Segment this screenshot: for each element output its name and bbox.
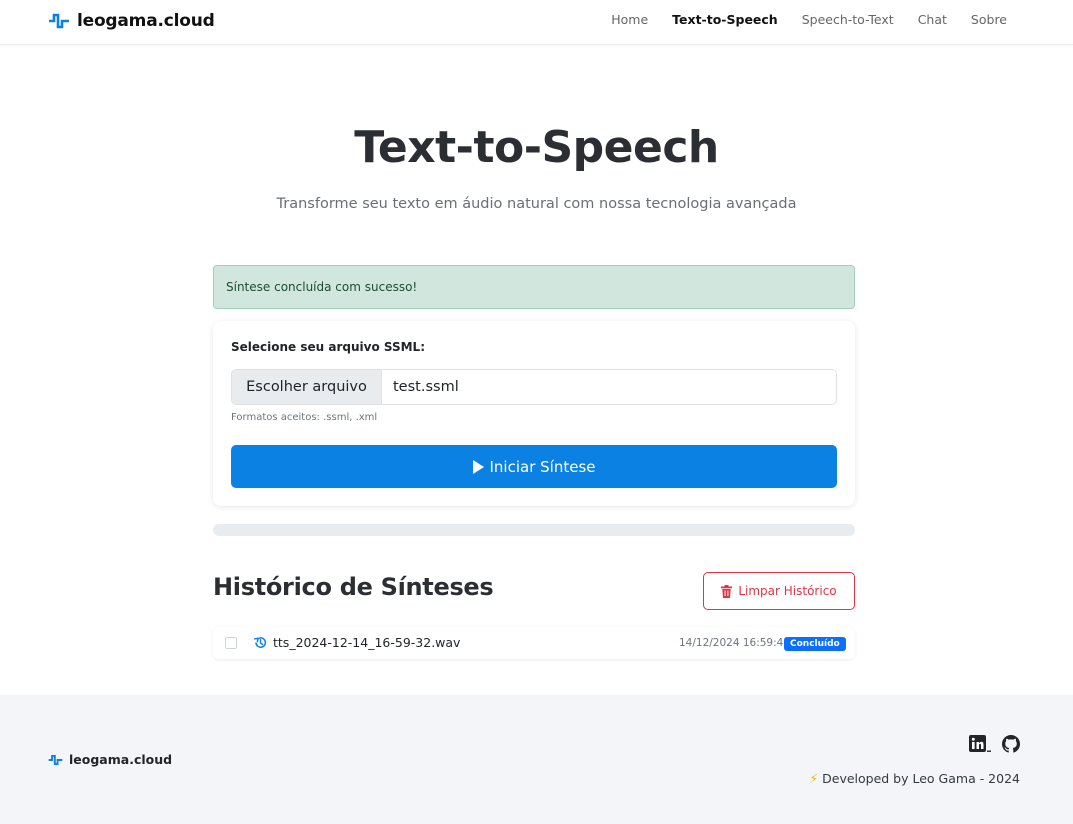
history-item-filename[interactable]: tts_2024-12-14_16-59-32.wav (273, 635, 460, 650)
footer: leogama.cloud ⚡ Developed by Leo Gama - … (0, 695, 1073, 824)
history-item-date: 14/12/2024 16:59:41 (679, 637, 791, 649)
success-alert: Síntese concluída com sucesso! (213, 265, 855, 309)
nav-link-chat[interactable]: Chat (918, 12, 947, 27)
clear-history-button[interactable]: Limpar Histórico (703, 572, 855, 610)
status-badge: Concluído (784, 637, 846, 651)
github-icon (1002, 735, 1020, 753)
lightning-icon: ⚡ (809, 771, 819, 786)
linkedin-link[interactable] (969, 735, 991, 753)
file-input[interactable]: Escolher arquivo test.ssml (231, 369, 837, 405)
waveform-logo-icon (48, 754, 63, 765)
waveform-logo-icon (49, 13, 69, 29)
history-icon (254, 637, 267, 648)
nav-link-speech-to-text[interactable]: Speech-to-Text (802, 12, 894, 27)
github-link[interactable] (1002, 735, 1020, 753)
success-alert-message: Síntese concluída com sucesso! (226, 280, 418, 294)
navbar: leogama.cloud Home Text-to-Speech Speech… (0, 0, 1073, 45)
brand-link[interactable]: leogama.cloud (48, 10, 215, 32)
footer-brand-name: leogama.cloud (69, 752, 173, 767)
upload-card: Selecione seu arquivo SSML: Escolher arq… (213, 321, 855, 506)
progress-bar (213, 524, 855, 536)
footer-developer-text: Developed by Leo Gama - 2024 (822, 771, 1020, 786)
trash-icon (721, 584, 733, 598)
history-item[interactable]: tts_2024-12-14_16-59-32.wav 14/12/2024 1… (213, 627, 855, 659)
page-subtitle: Transforme seu texto em áudio natural co… (276, 196, 797, 212)
nav-link-home[interactable]: Home (611, 12, 648, 27)
start-synthesis-label: Iniciar Síntese (489, 457, 596, 476)
page-title: Text-to-Speech (354, 122, 719, 173)
file-input-label: Selecione seu arquivo SSML: (231, 340, 426, 354)
footer-developer-credit: ⚡ Developed by Leo Gama - 2024 (809, 771, 1020, 786)
file-formats-help: Formatos aceitos: .ssml, .xml (231, 412, 378, 423)
footer-brand[interactable]: leogama.cloud (48, 752, 172, 767)
start-synthesis-button[interactable]: Iniciar Síntese (231, 445, 837, 488)
nav-link-sobre[interactable]: Sobre (971, 12, 1007, 27)
nav-links: Home Text-to-Speech Speech-to-Text Chat … (611, 12, 1007, 27)
history-title: Histórico de Sínteses (213, 573, 494, 601)
brand-name: leogama.cloud (77, 11, 215, 31)
selected-file-name: test.ssml (393, 379, 459, 395)
play-icon (472, 459, 484, 474)
history-item-checkbox[interactable] (225, 637, 237, 649)
nav-link-text-to-speech[interactable]: Text-to-Speech (672, 12, 778, 27)
linkedin-icon (969, 735, 991, 752)
choose-file-button[interactable]: Escolher arquivo (232, 370, 382, 404)
clear-history-label: Limpar Histórico (738, 584, 837, 598)
